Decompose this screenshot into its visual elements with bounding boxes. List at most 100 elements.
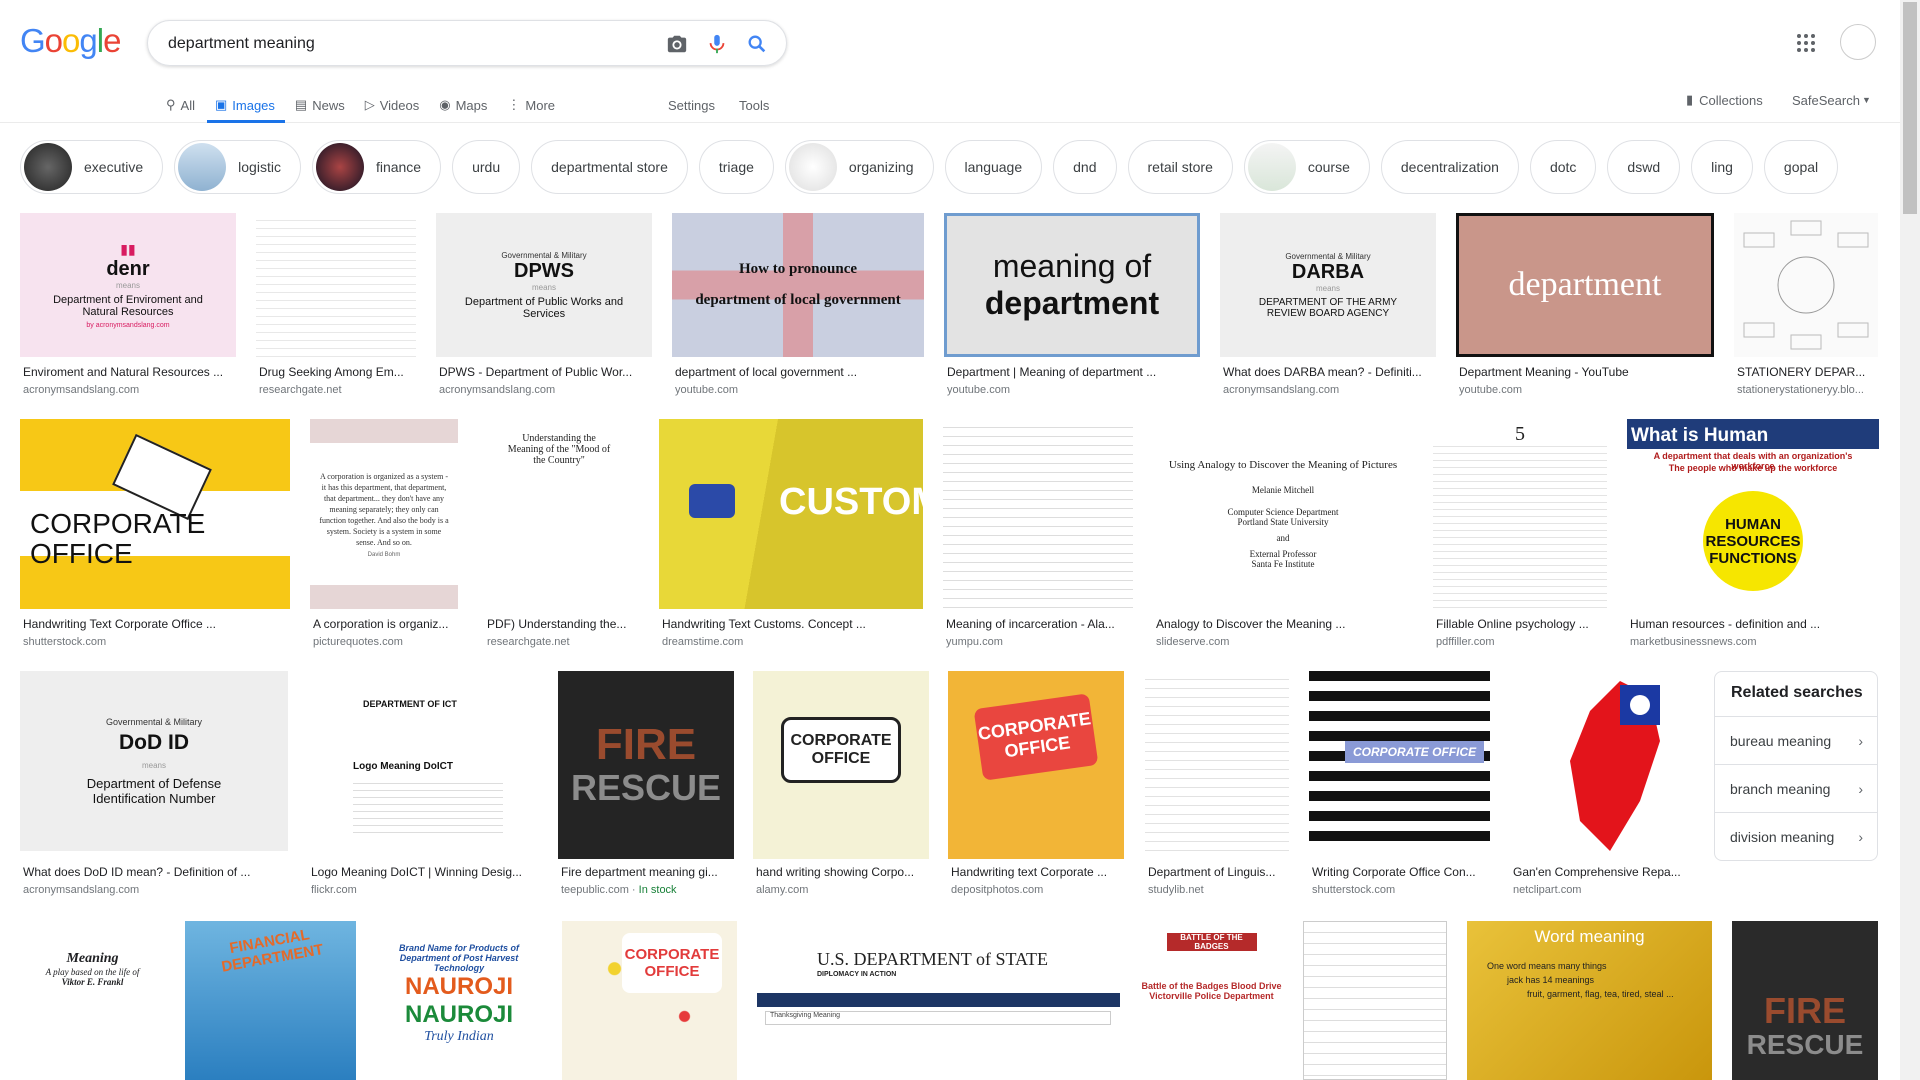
result-title[interactable]: STATIONERY DEPAR... [1737,365,1881,379]
chip[interactable]: course [1243,140,1370,194]
scrollbar-thumb[interactable] [1903,2,1917,214]
search-box[interactable] [147,20,787,66]
chip[interactable]: gopal [1763,140,1839,194]
result-image[interactable]: FINANCIAL DEPARTMENT [185,921,356,1080]
account-avatar[interactable] [1840,24,1876,60]
chip[interactable]: urdu [452,140,521,194]
result-title[interactable]: Department | Meaning of department ... [947,365,1203,379]
safesearch-dropdown[interactable]: SafeSearch ▼ [1792,88,1871,112]
tab-maps[interactable]: ◉ Maps [439,88,487,122]
result-title[interactable]: hand writing showing Corpo... [756,865,932,879]
result-image[interactable]: Using Analogy to Discover the Meaning of… [1153,419,1413,609]
image-text: One word means many things [1487,961,1607,971]
tab-images[interactable]: ▣ Images [206,88,285,123]
result-title[interactable]: Enviroment and Natural Resources ... [23,365,239,379]
result-image[interactable]: CORPORATE OFFICE [753,671,929,859]
settings-link[interactable]: Settings [668,88,715,122]
tab-all[interactable]: ⚲ All [166,88,195,122]
result-image[interactable]: Brand Name for Products of Department of… [376,921,542,1080]
result-image[interactable]: CORPORATE OFFICE [20,419,290,609]
result-title[interactable]: Handwriting Text Customs. Concept ... [662,617,926,631]
result-title[interactable]: Fire department meaning gi... [561,865,737,879]
chip[interactable]: dnd [1053,140,1117,194]
microphone-icon[interactable] [706,33,728,55]
result-image[interactable]: ▮▮ denr means Department of Enviroment a… [20,213,236,357]
result-title[interactable]: Human resources - definition and ... [1630,617,1882,631]
chip[interactable]: dswd [1607,140,1681,194]
chip[interactable]: dotc [1529,140,1597,194]
tools-link[interactable]: Tools [739,88,769,122]
chip[interactable]: departmental store [531,140,688,194]
result-image[interactable] [1303,921,1447,1080]
result-title[interactable]: Meaning of incarceration - Ala... [946,617,1136,631]
result-title[interactable]: Writing Corporate Office Con... [1312,865,1493,879]
result-image[interactable]: How to pronounce department of local gov… [672,213,924,357]
result-image[interactable]: FIRE RESCUE [1732,921,1878,1080]
result-image[interactable] [1734,213,1878,357]
image-text: DEPARTMENT OF ICT [363,699,457,709]
result-image[interactable]: Governmental & Military DARBA means DEPA… [1220,213,1436,357]
result-image[interactable]: DEPARTMENT OF ICT Logo Meaning DoICT [308,671,538,851]
result-image[interactable]: CORPORATE OFFICE [948,671,1124,859]
chip[interactable]: executive [20,140,164,194]
google-logo[interactable]: Google [20,22,121,60]
related-search-item[interactable]: bureau meaning › [1715,716,1877,764]
result-image[interactable]: BATTLE OF THE BADGES Battle of the Badge… [1140,921,1283,1080]
result-title[interactable]: department of local government ... [675,365,927,379]
result-image[interactable]: Word meaning One word means many things … [1467,921,1712,1080]
result-title[interactable]: Department of Linguis... [1148,865,1292,879]
result-title[interactable]: Department Meaning - YouTube [1459,365,1717,379]
result-title[interactable]: DPWS - Department of Public Wor... [439,365,655,379]
result-image[interactable]: U.S. DEPARTMENT of STATE DIPLOMACY IN AC… [757,921,1120,1080]
related-search-item[interactable]: division meaning › [1715,812,1877,860]
result-title[interactable]: Handwriting Text Corporate Office ... [23,617,293,631]
result-image[interactable]: Understanding the Meaning of the "Mood o… [484,419,639,609]
chip[interactable]: organizing [784,140,934,194]
result-image[interactable]: Meaning A play based on the life of Vikt… [20,921,165,1080]
chip[interactable]: finance [311,140,442,194]
result-image[interactable] [1145,671,1289,859]
result-title[interactable]: Fillable Online psychology ... [1436,617,1610,631]
chip[interactable]: ling [1691,140,1753,194]
search-icon[interactable] [746,33,768,55]
camera-icon[interactable] [666,33,688,55]
search-input[interactable] [166,32,650,56]
image-text: DoD ID [119,730,189,754]
result-image[interactable]: What is Human Resources? A department th… [1627,419,1879,609]
tab-news[interactable]: ▤ News [295,88,345,122]
result-title[interactable]: Drug Seeking Among Em... [259,365,419,379]
chip[interactable]: logistic [174,140,301,194]
related-search-label: branch meaning [1730,780,1831,797]
result-image[interactable]: meaning of department [944,213,1200,357]
result-image[interactable]: A corporation is organized as a system -… [310,419,458,609]
chip[interactable]: triage [698,140,774,194]
result-title[interactable]: PDF) Understanding the... [487,617,642,631]
result-title[interactable]: Handwriting text Corporate ... [951,865,1127,879]
related-search-item[interactable]: branch meaning › [1715,764,1877,812]
result-image[interactable]: 5 [1433,419,1607,609]
result-title[interactable]: What does DoD ID mean? - Definition of .… [23,865,291,879]
result-image[interactable]: CORPORATE OFFICE [562,921,737,1080]
image-text: denr [106,258,150,280]
result-image[interactable]: CUSTOMS [659,419,923,609]
result-image[interactable]: department [1456,213,1714,357]
chip[interactable]: retail store [1127,140,1233,194]
tab-more[interactable]: ⋮ More [507,88,555,122]
collections-link[interactable]: ▮ Collections [1686,88,1763,112]
apps-grid-icon[interactable] [1796,33,1816,53]
result-image[interactable]: CORPORATE OFFICE [1309,671,1490,851]
result-image[interactable] [943,419,1133,609]
result-image[interactable] [1510,671,1694,859]
tab-videos[interactable]: ▷ Videos [365,88,420,122]
result-title[interactable]: What does DARBA mean? - Definiti... [1223,365,1439,379]
result-image[interactable]: FIRE RESCUE [558,671,734,859]
result-title[interactable]: Gan'en Comprehensive Repa... [1513,865,1697,879]
chip[interactable]: decentralization [1380,140,1519,194]
result-title[interactable]: Logo Meaning DoICT | Winning Desig... [311,865,541,879]
result-title[interactable]: A corporation is organiz... [313,617,461,631]
result-image[interactable] [256,213,416,357]
chip[interactable]: language [944,140,1043,194]
result-image[interactable]: Governmental & Military DoD ID means Dep… [20,671,288,851]
result-title[interactable]: Analogy to Discover the Meaning ... [1156,617,1416,631]
result-image[interactable]: Governmental & Military DPWS means Depar… [436,213,652,357]
